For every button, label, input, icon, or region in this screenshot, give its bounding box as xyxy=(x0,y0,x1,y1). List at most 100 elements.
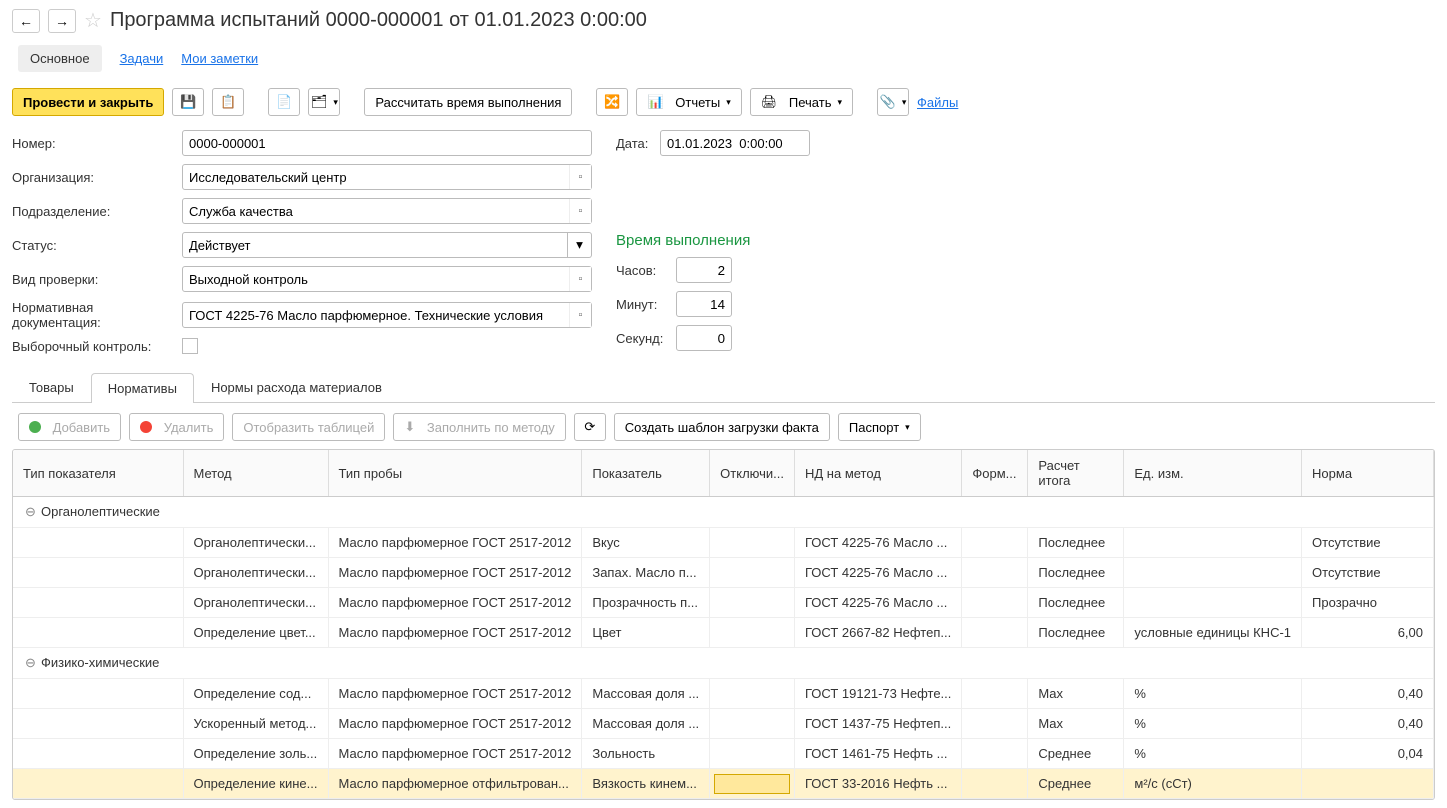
org-field[interactable] xyxy=(182,164,592,190)
structure-button[interactable]: 🔀 xyxy=(596,88,628,116)
col-unit[interactable]: Ед. изм. xyxy=(1124,450,1302,497)
date-label: Дата: xyxy=(616,136,660,151)
check-type-open-button[interactable]: ▫ xyxy=(569,267,591,291)
refresh-icon: ⟳ xyxy=(584,419,595,435)
structure-icon: 🔀 xyxy=(604,94,620,110)
normatives-grid[interactable]: Тип показателя Метод Тип пробы Показател… xyxy=(12,449,1435,800)
check-type-label: Вид проверки: xyxy=(12,272,182,287)
seconds-label: Секунд: xyxy=(616,331,676,346)
delete-icon xyxy=(140,421,152,433)
based-on-button[interactable]: 🗂▾ xyxy=(308,88,340,116)
table-toolbar: Добавить Удалить Отобразить таблицей ⬇ З… xyxy=(12,413,1435,441)
paperclip-icon: 📎 xyxy=(880,94,896,110)
collapse-icon[interactable]: ⊖ xyxy=(25,655,37,671)
status-label: Статус: xyxy=(12,238,182,253)
chevron-down-icon: ▾ xyxy=(333,97,338,108)
top-tabs: Основное Задачи Мои заметки xyxy=(12,45,1435,72)
tab-norms[interactable]: Нормативы xyxy=(91,373,194,403)
norm-doc-field[interactable] xyxy=(182,302,592,328)
col-formula[interactable]: Форм... xyxy=(962,450,1028,497)
editing-cell[interactable] xyxy=(714,774,790,794)
norm-doc-label: Нормативная документация: xyxy=(12,300,182,330)
dept-open-button[interactable]: ▫ xyxy=(569,199,591,223)
post-button[interactable]: 📋 xyxy=(212,88,244,116)
time-heading: Время выполнения xyxy=(616,232,810,249)
date-field[interactable] xyxy=(660,130,810,156)
chevron-down-icon: ▾ xyxy=(726,97,731,108)
col-disabled[interactable]: Отключи... xyxy=(710,450,795,497)
refresh-button[interactable]: ⟳ xyxy=(574,413,606,441)
print-button[interactable]: 🖨 Печать▾ xyxy=(750,88,853,116)
seconds-field[interactable] xyxy=(676,325,732,351)
add-icon xyxy=(29,421,41,433)
selective-label: Выборочный контроль: xyxy=(12,339,182,354)
attach-button[interactable]: 📎▾ xyxy=(877,88,909,116)
norm-doc-open-button[interactable]: ▫ xyxy=(569,303,591,327)
tab-main[interactable]: Основное xyxy=(18,45,102,72)
chevron-down-icon: ▾ xyxy=(902,97,907,108)
group-row[interactable]: ⊖Физико-химические xyxy=(13,648,1434,679)
tab-notes[interactable]: Мои заметки xyxy=(181,45,258,72)
table-row[interactable]: Определение цвет...Масло парфюмерное ГОС… xyxy=(13,618,1434,648)
status-dropdown-button[interactable]: ▾ xyxy=(568,232,592,258)
delete-row-button[interactable]: Удалить xyxy=(129,413,224,441)
chevron-down-icon: ▾ xyxy=(905,422,910,433)
page-title: Программа испытаний 0000-000001 от 01.01… xyxy=(110,9,647,32)
table-row[interactable]: Органолептически...Масло парфюмерное ГОС… xyxy=(13,558,1434,588)
table-row[interactable]: Определение кине...Масло парфюмерное отф… xyxy=(13,769,1434,799)
passport-button[interactable]: Паспорт▾ xyxy=(838,413,921,441)
add-row-button[interactable]: Добавить xyxy=(18,413,121,441)
report-icon: 📊 xyxy=(647,94,663,110)
based-on-icon: 🗂 xyxy=(311,94,328,110)
col-norm[interactable]: Норма xyxy=(1302,450,1434,497)
minutes-field[interactable] xyxy=(676,291,732,317)
tab-goods[interactable]: Товары xyxy=(12,372,91,402)
show-table-button[interactable]: Отобразить таблицей xyxy=(232,413,385,441)
reports-button[interactable]: 📊 Отчеты▾ xyxy=(636,88,741,116)
create-template-button[interactable]: Создать шаблон загрузки факта xyxy=(614,413,830,441)
post-icon: 📋 xyxy=(220,94,236,110)
save-icon: 💾 xyxy=(180,94,196,110)
table-header-row: Тип показателя Метод Тип пробы Показател… xyxy=(13,450,1434,497)
org-label: Организация: xyxy=(12,170,182,185)
hours-field[interactable] xyxy=(676,257,732,283)
table-row[interactable]: Определение сод...Масло парфюмерное ГОСТ… xyxy=(13,679,1434,709)
hours-label: Часов: xyxy=(616,263,676,278)
selective-checkbox[interactable] xyxy=(182,338,198,354)
col-type[interactable]: Тип показателя xyxy=(13,450,183,497)
col-method[interactable]: Метод xyxy=(183,450,328,497)
sub-tabs: Товары Нормативы Нормы расхода материало… xyxy=(12,372,1435,403)
tab-materials[interactable]: Нормы расхода материалов xyxy=(194,372,399,402)
copy-button[interactable]: 📄 xyxy=(268,88,300,116)
col-sample[interactable]: Тип пробы xyxy=(328,450,582,497)
print-icon: 🖨 xyxy=(761,94,778,110)
collapse-icon[interactable]: ⊖ xyxy=(25,504,37,520)
status-field[interactable] xyxy=(182,232,568,258)
number-field[interactable] xyxy=(182,130,592,156)
fill-by-method-button[interactable]: ⬇ Заполнить по методу xyxy=(393,413,565,441)
check-type-field[interactable] xyxy=(182,266,592,292)
post-and-close-button[interactable]: Провести и закрыть xyxy=(12,88,164,116)
col-calc[interactable]: Расчет итога xyxy=(1028,450,1124,497)
files-link[interactable]: Файлы xyxy=(917,95,958,110)
dept-field[interactable] xyxy=(182,198,592,224)
back-button[interactable]: ← xyxy=(12,9,40,33)
table-row[interactable]: Ускоренный метод...Масло парфюмерное ГОС… xyxy=(13,709,1434,739)
save-button[interactable]: 💾 xyxy=(172,88,204,116)
org-open-button[interactable]: ▫ xyxy=(569,165,591,189)
fill-icon: ⬇ xyxy=(404,419,415,435)
chevron-down-icon: ▾ xyxy=(837,97,842,108)
minutes-label: Минут: xyxy=(616,297,676,312)
table-row[interactable]: Определение золь...Масло парфюмерное ГОС… xyxy=(13,739,1434,769)
calculate-time-button[interactable]: Рассчитать время выполнения xyxy=(364,88,572,116)
favorite-star-icon[interactable]: ☆ xyxy=(84,8,102,33)
tab-tasks[interactable]: Задачи xyxy=(120,45,164,72)
table-row[interactable]: Органолептически...Масло парфюмерное ГОС… xyxy=(13,588,1434,618)
group-row[interactable]: ⊖Органолептические xyxy=(13,497,1434,528)
col-nd[interactable]: НД на метод xyxy=(795,450,962,497)
col-indicator[interactable]: Показатель xyxy=(582,450,710,497)
copy-icon: 📄 xyxy=(276,94,292,110)
number-label: Номер: xyxy=(12,136,182,151)
forward-button[interactable]: → xyxy=(48,9,76,33)
table-row[interactable]: Органолептически...Масло парфюмерное ГОС… xyxy=(13,528,1434,558)
